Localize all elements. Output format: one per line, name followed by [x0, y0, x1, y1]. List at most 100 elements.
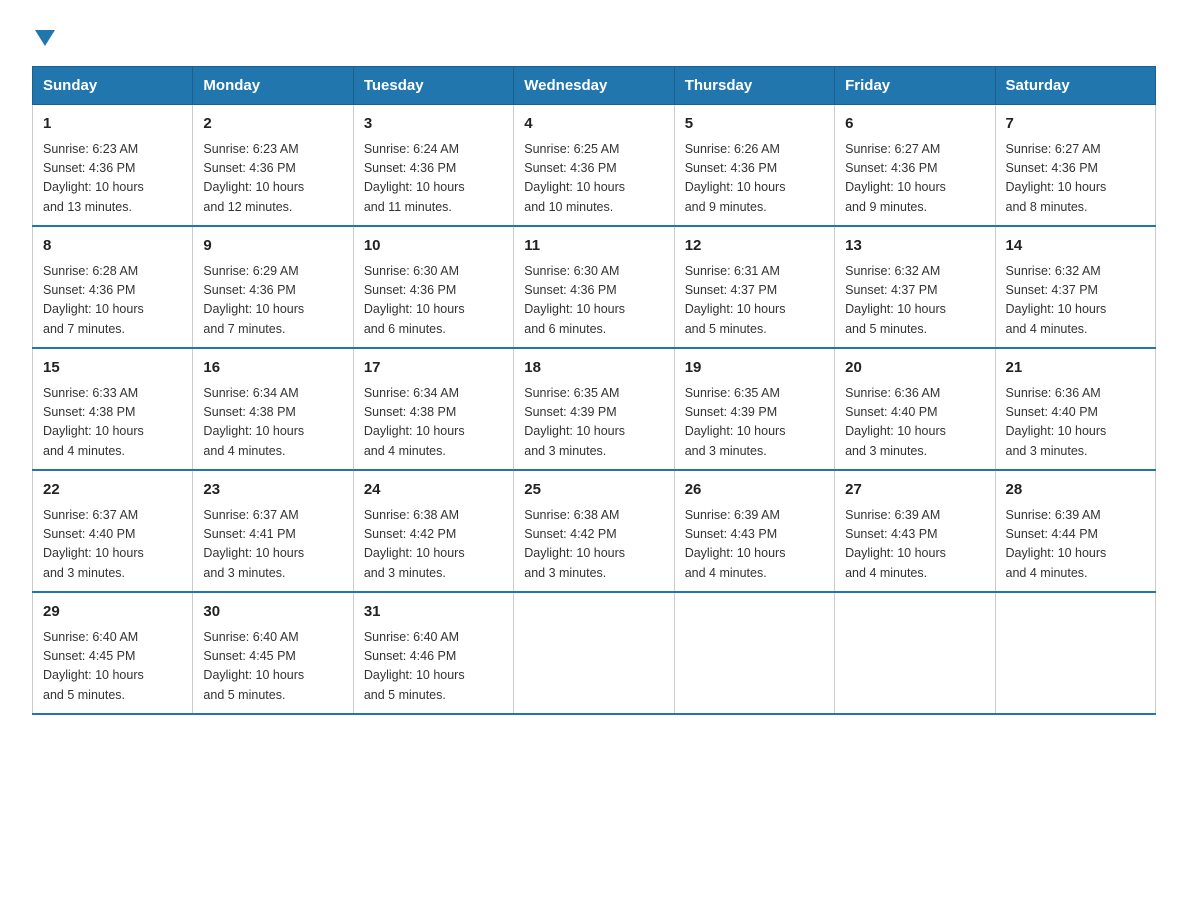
day-info: Sunrise: 6:34 AMSunset: 4:38 PMDaylight:… — [203, 386, 304, 458]
calendar-cell: 5 Sunrise: 6:26 AMSunset: 4:36 PMDayligh… — [674, 105, 834, 227]
day-info: Sunrise: 6:33 AMSunset: 4:38 PMDaylight:… — [43, 386, 144, 458]
calendar-cell: 28 Sunrise: 6:39 AMSunset: 4:44 PMDaylig… — [995, 470, 1155, 592]
calendar-cell: 12 Sunrise: 6:31 AMSunset: 4:37 PMDaylig… — [674, 226, 834, 348]
page-header — [32, 24, 1156, 46]
header-sunday: Sunday — [33, 67, 193, 105]
day-number: 29 — [43, 601, 182, 624]
day-info: Sunrise: 6:27 AMSunset: 4:36 PMDaylight:… — [845, 142, 946, 214]
day-number: 20 — [845, 357, 984, 380]
day-info: Sunrise: 6:28 AMSunset: 4:36 PMDaylight:… — [43, 264, 144, 336]
day-number: 2 — [203, 113, 342, 136]
header-friday: Friday — [835, 67, 995, 105]
day-info: Sunrise: 6:24 AMSunset: 4:36 PMDaylight:… — [364, 142, 465, 214]
day-number: 18 — [524, 357, 663, 380]
day-info: Sunrise: 6:36 AMSunset: 4:40 PMDaylight:… — [1006, 386, 1107, 458]
calendar-cell: 17 Sunrise: 6:34 AMSunset: 4:38 PMDaylig… — [353, 348, 513, 470]
day-info: Sunrise: 6:32 AMSunset: 4:37 PMDaylight:… — [1006, 264, 1107, 336]
calendar-cell: 1 Sunrise: 6:23 AMSunset: 4:36 PMDayligh… — [33, 105, 193, 227]
day-info: Sunrise: 6:38 AMSunset: 4:42 PMDaylight:… — [364, 508, 465, 580]
calendar-table: SundayMondayTuesdayWednesdayThursdayFrid… — [32, 66, 1156, 715]
calendar-cell: 15 Sunrise: 6:33 AMSunset: 4:38 PMDaylig… — [33, 348, 193, 470]
day-info: Sunrise: 6:26 AMSunset: 4:36 PMDaylight:… — [685, 142, 786, 214]
day-info: Sunrise: 6:35 AMSunset: 4:39 PMDaylight:… — [685, 386, 786, 458]
day-info: Sunrise: 6:23 AMSunset: 4:36 PMDaylight:… — [203, 142, 304, 214]
header-tuesday: Tuesday — [353, 67, 513, 105]
day-info: Sunrise: 6:30 AMSunset: 4:36 PMDaylight:… — [524, 264, 625, 336]
day-number: 24 — [364, 479, 503, 502]
day-info: Sunrise: 6:37 AMSunset: 4:40 PMDaylight:… — [43, 508, 144, 580]
day-number: 30 — [203, 601, 342, 624]
day-number: 10 — [364, 235, 503, 258]
day-info: Sunrise: 6:27 AMSunset: 4:36 PMDaylight:… — [1006, 142, 1107, 214]
calendar-cell: 13 Sunrise: 6:32 AMSunset: 4:37 PMDaylig… — [835, 226, 995, 348]
calendar-cell: 21 Sunrise: 6:36 AMSunset: 4:40 PMDaylig… — [995, 348, 1155, 470]
logo-triangle-icon — [35, 30, 55, 46]
day-info: Sunrise: 6:40 AMSunset: 4:45 PMDaylight:… — [43, 630, 144, 702]
calendar-cell: 27 Sunrise: 6:39 AMSunset: 4:43 PMDaylig… — [835, 470, 995, 592]
calendar-cell: 8 Sunrise: 6:28 AMSunset: 4:36 PMDayligh… — [33, 226, 193, 348]
day-info: Sunrise: 6:39 AMSunset: 4:44 PMDaylight:… — [1006, 508, 1107, 580]
header-thursday: Thursday — [674, 67, 834, 105]
day-number: 22 — [43, 479, 182, 502]
calendar-cell: 20 Sunrise: 6:36 AMSunset: 4:40 PMDaylig… — [835, 348, 995, 470]
logo — [32, 24, 55, 46]
calendar-cell — [674, 592, 834, 714]
day-number: 31 — [364, 601, 503, 624]
calendar-cell: 26 Sunrise: 6:39 AMSunset: 4:43 PMDaylig… — [674, 470, 834, 592]
calendar-cell — [995, 592, 1155, 714]
calendar-cell: 7 Sunrise: 6:27 AMSunset: 4:36 PMDayligh… — [995, 105, 1155, 227]
calendar-header-row: SundayMondayTuesdayWednesdayThursdayFrid… — [33, 67, 1156, 105]
calendar-week-row: 15 Sunrise: 6:33 AMSunset: 4:38 PMDaylig… — [33, 348, 1156, 470]
day-info: Sunrise: 6:23 AMSunset: 4:36 PMDaylight:… — [43, 142, 144, 214]
day-number: 26 — [685, 479, 824, 502]
calendar-cell: 9 Sunrise: 6:29 AMSunset: 4:36 PMDayligh… — [193, 226, 353, 348]
day-number: 15 — [43, 357, 182, 380]
day-info: Sunrise: 6:35 AMSunset: 4:39 PMDaylight:… — [524, 386, 625, 458]
day-info: Sunrise: 6:25 AMSunset: 4:36 PMDaylight:… — [524, 142, 625, 214]
day-info: Sunrise: 6:39 AMSunset: 4:43 PMDaylight:… — [845, 508, 946, 580]
calendar-cell: 18 Sunrise: 6:35 AMSunset: 4:39 PMDaylig… — [514, 348, 674, 470]
calendar-cell: 19 Sunrise: 6:35 AMSunset: 4:39 PMDaylig… — [674, 348, 834, 470]
header-saturday: Saturday — [995, 67, 1155, 105]
day-number: 25 — [524, 479, 663, 502]
calendar-cell: 4 Sunrise: 6:25 AMSunset: 4:36 PMDayligh… — [514, 105, 674, 227]
day-number: 28 — [1006, 479, 1145, 502]
day-number: 21 — [1006, 357, 1145, 380]
header-monday: Monday — [193, 67, 353, 105]
day-number: 4 — [524, 113, 663, 136]
day-info: Sunrise: 6:39 AMSunset: 4:43 PMDaylight:… — [685, 508, 786, 580]
day-number: 9 — [203, 235, 342, 258]
calendar-cell: 6 Sunrise: 6:27 AMSunset: 4:36 PMDayligh… — [835, 105, 995, 227]
day-info: Sunrise: 6:34 AMSunset: 4:38 PMDaylight:… — [364, 386, 465, 458]
calendar-cell: 10 Sunrise: 6:30 AMSunset: 4:36 PMDaylig… — [353, 226, 513, 348]
calendar-week-row: 8 Sunrise: 6:28 AMSunset: 4:36 PMDayligh… — [33, 226, 1156, 348]
calendar-week-row: 29 Sunrise: 6:40 AMSunset: 4:45 PMDaylig… — [33, 592, 1156, 714]
day-info: Sunrise: 6:30 AMSunset: 4:36 PMDaylight:… — [364, 264, 465, 336]
day-number: 3 — [364, 113, 503, 136]
header-wednesday: Wednesday — [514, 67, 674, 105]
day-number: 7 — [1006, 113, 1145, 136]
calendar-cell: 24 Sunrise: 6:38 AMSunset: 4:42 PMDaylig… — [353, 470, 513, 592]
day-number: 12 — [685, 235, 824, 258]
day-number: 1 — [43, 113, 182, 136]
day-info: Sunrise: 6:40 AMSunset: 4:45 PMDaylight:… — [203, 630, 304, 702]
calendar-cell: 31 Sunrise: 6:40 AMSunset: 4:46 PMDaylig… — [353, 592, 513, 714]
day-number: 11 — [524, 235, 663, 258]
day-number: 8 — [43, 235, 182, 258]
calendar-week-row: 1 Sunrise: 6:23 AMSunset: 4:36 PMDayligh… — [33, 105, 1156, 227]
day-number: 16 — [203, 357, 342, 380]
calendar-cell: 25 Sunrise: 6:38 AMSunset: 4:42 PMDaylig… — [514, 470, 674, 592]
day-number: 23 — [203, 479, 342, 502]
calendar-cell: 23 Sunrise: 6:37 AMSunset: 4:41 PMDaylig… — [193, 470, 353, 592]
calendar-cell: 29 Sunrise: 6:40 AMSunset: 4:45 PMDaylig… — [33, 592, 193, 714]
day-number: 17 — [364, 357, 503, 380]
day-info: Sunrise: 6:37 AMSunset: 4:41 PMDaylight:… — [203, 508, 304, 580]
day-number: 14 — [1006, 235, 1145, 258]
calendar-cell: 22 Sunrise: 6:37 AMSunset: 4:40 PMDaylig… — [33, 470, 193, 592]
day-number: 27 — [845, 479, 984, 502]
calendar-cell — [835, 592, 995, 714]
day-number: 5 — [685, 113, 824, 136]
day-info: Sunrise: 6:32 AMSunset: 4:37 PMDaylight:… — [845, 264, 946, 336]
calendar-week-row: 22 Sunrise: 6:37 AMSunset: 4:40 PMDaylig… — [33, 470, 1156, 592]
calendar-cell: 14 Sunrise: 6:32 AMSunset: 4:37 PMDaylig… — [995, 226, 1155, 348]
